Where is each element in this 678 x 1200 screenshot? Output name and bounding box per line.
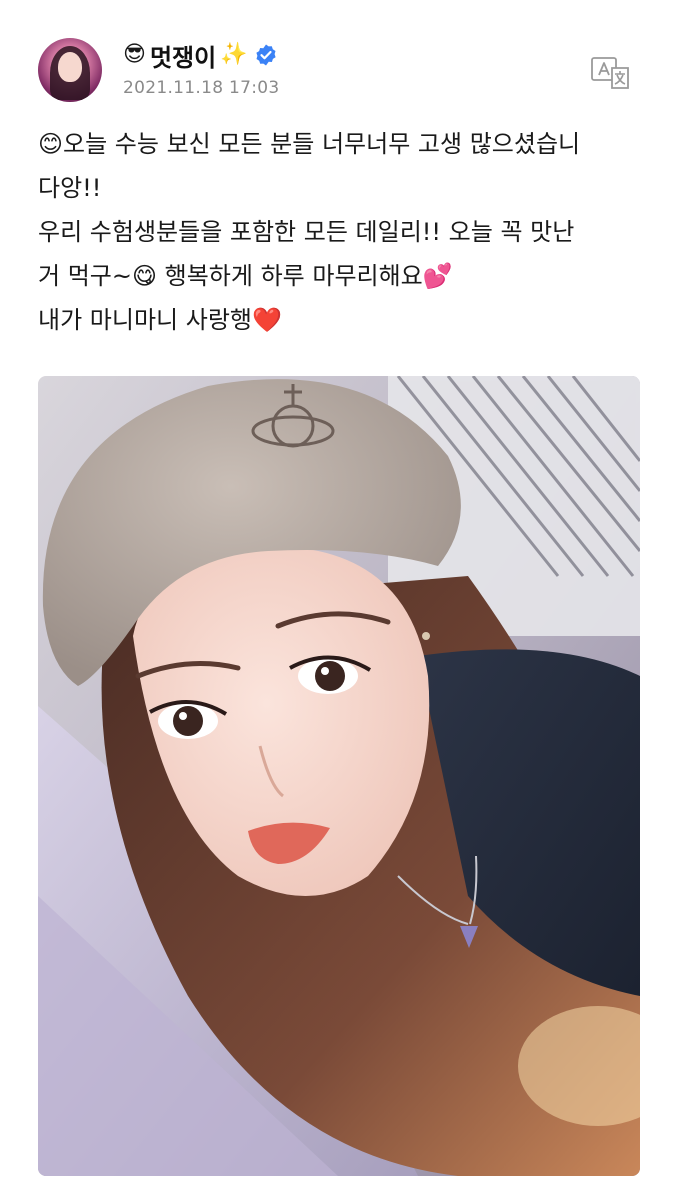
sparkle-icon: ✨: [220, 42, 248, 67]
post-body: 😊오늘 수능 보신 모든 분들 너무너무 고생 많으셨습니 다앙!! 우리 수험…: [38, 122, 644, 342]
post-photo[interactable]: [38, 376, 640, 1176]
post-text-line: 😊오늘 수능 보신 모든 분들 너무너무 고생 많으셨습니: [38, 130, 581, 158]
post-timestamp: 2021.11.18 17:03: [123, 78, 280, 98]
selfie-photo: [38, 376, 640, 1176]
verified-badge-icon: [255, 44, 276, 66]
avatar-face: [58, 52, 82, 82]
post-text-line: 우리 수험생분들을 포함한 모든 데일리!! 오늘 꼭 맛난: [38, 218, 575, 246]
post-text-line: 거 먹구~😋 행복하게 하루 마무리해요💕: [38, 262, 453, 290]
post-text-line: 내가 마니마니 사랑행❤️: [38, 306, 282, 334]
sunglasses-emoji-icon: 😎: [123, 42, 146, 67]
author-name-row[interactable]: 😎 멋쟁이 ✨: [123, 38, 278, 72]
translate-icon[interactable]: [590, 56, 632, 90]
post-text-line: 다앙!!: [38, 174, 102, 202]
author-name[interactable]: 멋쟁이: [150, 38, 216, 73]
post-header: 😎 멋쟁이 ✨ 2021.11.18 17:03: [0, 0, 678, 112]
avatar[interactable]: [38, 38, 102, 102]
